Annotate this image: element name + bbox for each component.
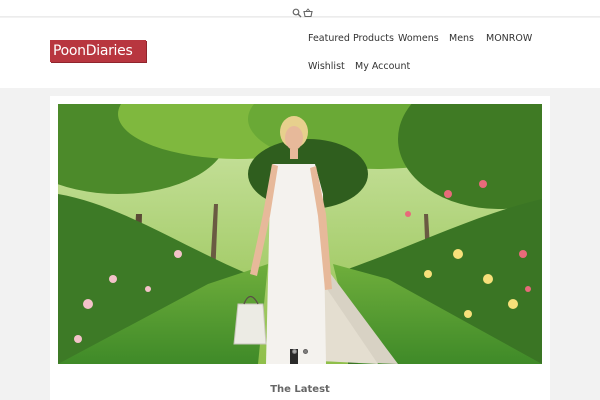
slider-dots [58, 349, 542, 354]
site-logo[interactable]: PoonDiaries [50, 40, 146, 62]
section-title: The Latest [270, 384, 330, 395]
slider-dot-2[interactable] [303, 349, 308, 354]
slider-dot-1[interactable] [292, 349, 297, 354]
basket-icon[interactable] [303, 3, 313, 18]
nav-item-wishlist[interactable]: Wishlist [308, 61, 345, 72]
search-icon[interactable] [292, 3, 302, 18]
logo-text: PoonDiaries [53, 43, 133, 59]
main-content: The Latest [50, 96, 550, 400]
hero-slide-image [58, 104, 542, 364]
hero-slider[interactable] [58, 104, 542, 364]
nav-item-featured-products[interactable]: Featured Products [308, 33, 394, 44]
nav-item-womens[interactable]: Womens [398, 33, 439, 44]
top-utility-bar [0, 0, 600, 18]
nav-item-mens[interactable]: Mens [449, 33, 474, 44]
site-header: PoonDiaries Featured Products Womens Men… [0, 18, 600, 88]
nav-item-monrow[interactable]: MONROW [486, 33, 532, 44]
nav-item-my-account[interactable]: My Account [355, 61, 410, 72]
